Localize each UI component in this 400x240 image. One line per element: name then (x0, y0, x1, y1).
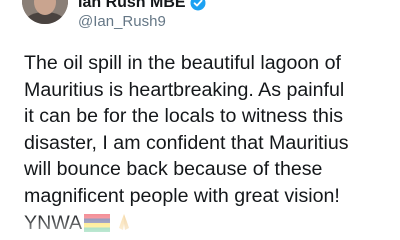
tweet-text-line: Mauritius is heartbreaking. As painful (24, 78, 345, 101)
tweet-card: Ian Rush MBE @Ian_Rush9 The oil spill in… (0, 0, 400, 240)
tweet-text-line: disaster, I am confident that Mauritius (24, 131, 349, 154)
tweet-text-line: The oil spill in the beautiful lagoon of (24, 52, 341, 74)
author-name-row[interactable]: Ian Rush MBE (78, 0, 206, 13)
mauritius-flag-icon (84, 213, 111, 232)
ynwa-text: YNWA (24, 211, 83, 234)
tweet-text-line: it can be for the locals to witness this (24, 105, 344, 128)
tweet-text: The oil spill in the beautiful lagoon of… (24, 50, 400, 236)
author-display-name[interactable]: Ian Rush MBE (78, 0, 186, 12)
folded-hands-icon (114, 212, 134, 232)
author-handle[interactable]: @Ian_Rush9 (78, 13, 166, 30)
tweet-text-line: magnificent people with great vision! (24, 184, 340, 207)
verified-badge-icon (190, 0, 206, 11)
tweet-text-last-line: YNWA (24, 210, 400, 237)
avatar[interactable] (22, 0, 68, 24)
tweet-text-line: will bounce back because of these (24, 158, 323, 181)
